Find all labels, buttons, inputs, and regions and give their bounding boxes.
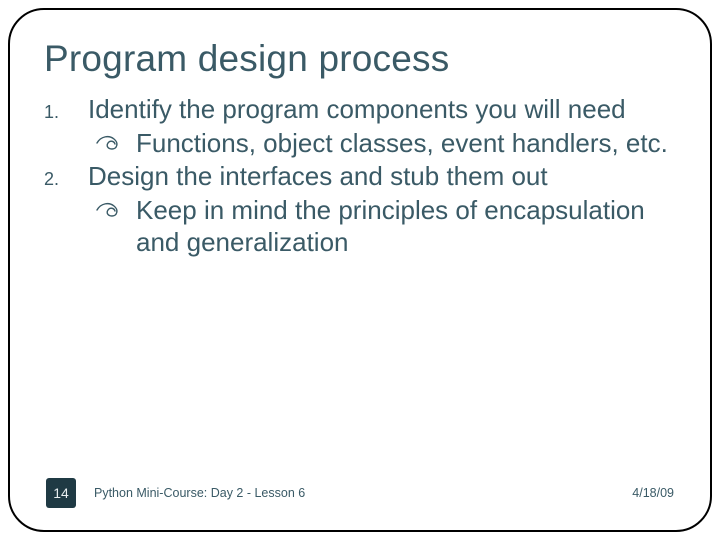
list-content: Design the interfaces and stub them out …	[88, 161, 676, 258]
sub-item: Keep in mind the principles of encapsula…	[82, 195, 676, 258]
sub-text: Keep in mind the principles of encapsula…	[136, 195, 676, 258]
list-item: 2. Design the interfaces and stub them o…	[44, 161, 676, 258]
sub-text: Functions, object classes, event handler…	[136, 128, 676, 160]
sub-item: Functions, object classes, event handler…	[82, 128, 676, 160]
swirl-bullet-icon	[82, 195, 136, 258]
slide-frame: Program design process 1. Identify the p…	[8, 8, 712, 532]
list-text: Design the interfaces and stub them out	[88, 161, 676, 193]
slide-body: 1. Identify the program components you w…	[44, 94, 676, 472]
course-label: Python Mini-Course: Day 2 - Lesson 6	[76, 486, 632, 500]
page-number-badge: 14	[46, 478, 76, 508]
swirl-bullet-icon	[82, 128, 136, 160]
slide-footer: 14 Python Mini-Course: Day 2 - Lesson 6 …	[44, 478, 676, 512]
list-content: Identify the program components you will…	[88, 94, 676, 159]
slide-title: Program design process	[44, 38, 676, 80]
date-label: 4/18/09	[632, 486, 674, 500]
list-text: Identify the program components you will…	[88, 94, 676, 126]
list-item: 1. Identify the program components you w…	[44, 94, 676, 159]
